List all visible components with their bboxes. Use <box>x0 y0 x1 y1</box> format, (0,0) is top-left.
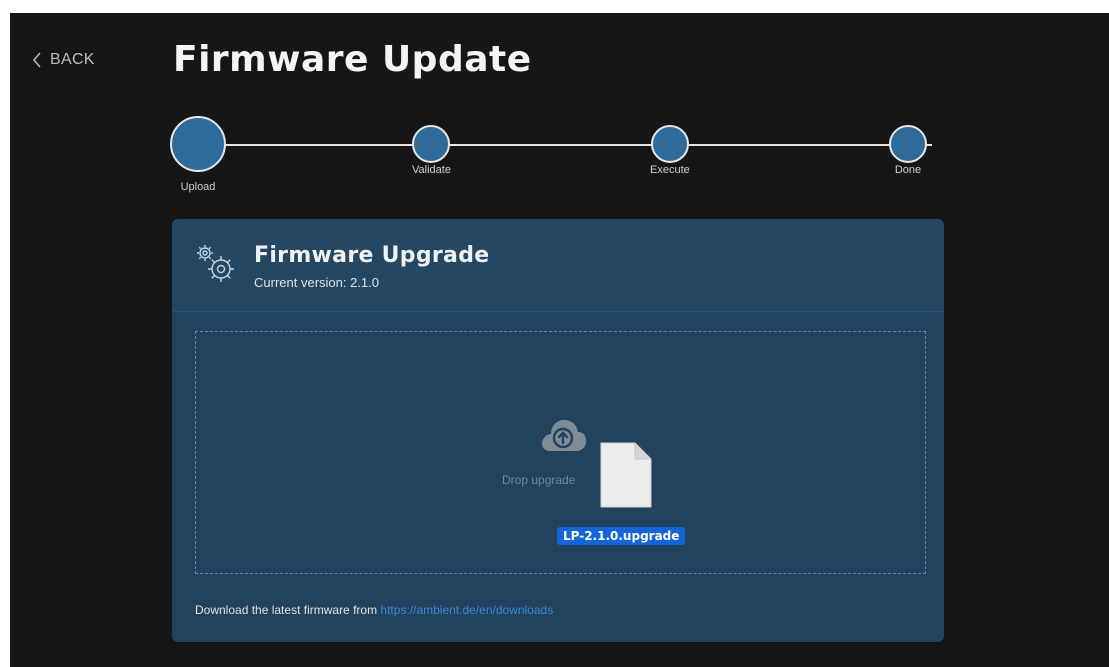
back-button[interactable]: BACK <box>32 51 95 69</box>
download-info: Download the latest firmware from https:… <box>195 603 553 617</box>
drop-hint: Drop upgrade <box>502 473 576 487</box>
page-title: Firmware Update <box>173 39 532 80</box>
step-dot <box>889 125 927 163</box>
app-screen: BACK Firmware Update Upload Validate Exe… <box>10 13 1109 667</box>
step-done: Done <box>889 110 927 176</box>
card-title: Firmware Upgrade <box>254 243 490 268</box>
back-label: BACK <box>50 51 95 68</box>
step-dot <box>412 125 451 163</box>
firmware-upgrade-card: Firmware Upgrade Current version: 2.1.0 … <box>172 219 944 642</box>
step-dot-active <box>170 116 226 172</box>
step-label: Validate <box>412 164 451 176</box>
progress-stepper: Upload Validate Execute Done <box>170 110 950 200</box>
download-text: Download the latest firmware from <box>195 603 378 617</box>
step-dot <box>650 125 689 163</box>
file-dropzone[interactable]: Drop upgrade LP-2.1.0.upgrade <box>195 331 926 574</box>
dragged-file-name[interactable]: LP-2.1.0.upgrade <box>557 527 686 545</box>
card-header: Firmware Upgrade Current version: 2.1.0 <box>172 219 944 312</box>
stepper-line <box>198 144 932 146</box>
cloud-upload-icon <box>542 419 587 451</box>
downloads-link[interactable]: https://ambient.de/en/downloads <box>380 603 553 617</box>
step-label: Execute <box>650 164 690 176</box>
step-execute: Execute <box>650 110 690 176</box>
current-version: Current version: 2.1.0 <box>254 275 380 290</box>
gears-icon <box>197 245 234 282</box>
step-validate: Validate <box>412 110 451 176</box>
step-label: Done <box>894 164 922 176</box>
chevron-left-icon <box>33 52 41 68</box>
step-label: Upload <box>180 181 216 193</box>
step-upload: Upload <box>170 110 226 193</box>
file-icon[interactable] <box>599 441 653 509</box>
